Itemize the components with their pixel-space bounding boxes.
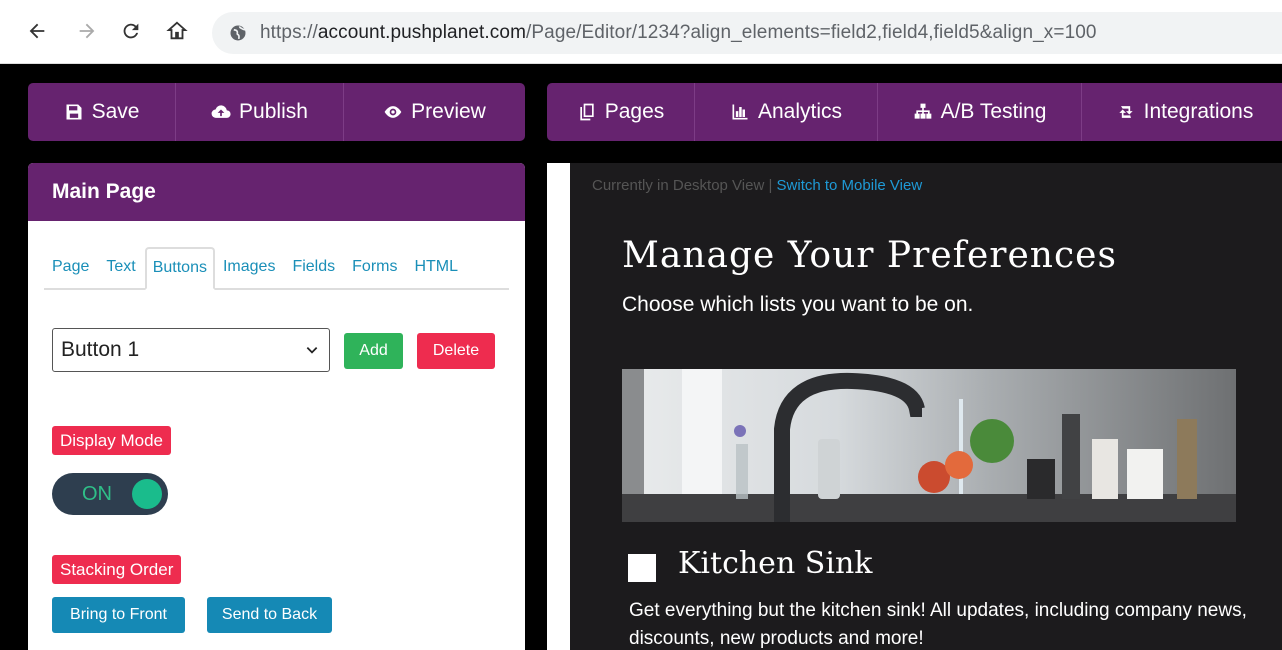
ab-testing-button[interactable]: A/B Testing [878,83,1082,141]
url-text: https://account.pushplanet.com/Page/Edit… [260,22,1097,44]
save-button[interactable]: Save [28,83,176,141]
cloud-upload-icon [211,105,231,118]
pages-icon [580,103,594,121]
pages-label: Pages [604,100,665,123]
preview-subtitle[interactable]: Choose which lists you want to be on. [622,293,973,317]
panel-header: Main Page [28,163,525,221]
save-label: Save [91,100,140,123]
tab-fields[interactable]: Fields [284,258,344,288]
preview-title[interactable]: Manage Your Preferences [622,235,1117,276]
switch-mobile-link[interactable]: Switch to Mobile View [777,177,923,194]
globe-icon [228,23,248,43]
element-settings-panel: Main Page Page Text Buttons Images Field… [28,163,525,650]
editor-nav-toolbar: Pages Analytics A/B Testing Integrations [547,83,1282,141]
editor-actions-toolbar: Save Publish Preview [28,83,525,141]
integrations-label: Integrations [1143,100,1254,123]
display-mode-label: Display Mode [52,426,171,455]
page-preview: Currently in Desktop View | Switch to Mo… [570,163,1282,650]
kitchen-sink-image[interactable] [622,369,1236,522]
kitchen-sink-checkbox[interactable] [628,554,656,582]
bring-to-front-button[interactable]: Bring to Front [52,597,185,633]
integrations-button[interactable]: Integrations [1082,83,1282,141]
panel-tabs: Page Text Buttons Images Fields Forms HT… [44,245,509,290]
reload-icon[interactable] [116,16,146,46]
tab-buttons[interactable]: Buttons [144,247,215,290]
send-to-back-button[interactable]: Send to Back [207,597,332,633]
tab-page[interactable]: Page [44,258,98,288]
view-mode-text: Currently in Desktop View [592,177,765,194]
view-mode-note: Currently in Desktop View | Switch to Mo… [592,177,922,194]
publish-button[interactable]: Publish [176,83,344,141]
save-icon [66,104,82,120]
tab-html[interactable]: HTML [406,258,467,288]
back-arrow-icon[interactable] [22,16,52,46]
preview-button[interactable]: Preview [344,83,525,141]
preview-label: Preview [411,100,486,123]
display-mode-toggle[interactable]: ON [52,473,168,515]
view-mode-separator: | [764,177,777,194]
tab-forms[interactable]: Forms [344,258,406,288]
forward-arrow-icon[interactable] [72,16,102,46]
retweet-icon [1118,106,1133,118]
stacking-order-label: Stacking Order [52,555,182,584]
url-prefix: https:// [260,22,318,43]
pages-button[interactable]: Pages [547,83,695,141]
browser-toolbar: https://account.pushplanet.com/Page/Edit… [0,0,1282,64]
button-select[interactable]: Button 1 [52,328,330,372]
tab-text[interactable]: Text [98,258,144,288]
chevron-down-icon [306,347,318,354]
analytics-button[interactable]: Analytics [695,83,878,141]
url-path: /Page/Editor/1234?align_elements=field2,… [526,22,1097,43]
home-icon[interactable] [162,16,192,46]
list-title[interactable]: Kitchen Sink [678,546,872,581]
toggle-state-label: ON [82,482,112,505]
tab-images[interactable]: Images [215,258,284,288]
toggle-knob [132,479,162,509]
analytics-label: Analytics [757,100,843,123]
button-select-value: Button 1 [61,338,140,361]
panel-title: Main Page [52,180,156,203]
eye-icon [384,106,402,118]
delete-button[interactable]: Delete [417,333,495,369]
sitemap-icon [914,103,931,119]
bar-chart-icon [732,104,748,120]
add-button[interactable]: Add [344,333,403,369]
address-bar[interactable]: https://account.pushplanet.com/Page/Edit… [212,12,1282,54]
url-host: account.pushplanet.com [317,22,526,43]
list-description[interactable]: Get everything but the kitchen sink! All… [629,597,1249,650]
publish-label: Publish [239,100,308,123]
ab-testing-label: A/B Testing [940,100,1047,123]
